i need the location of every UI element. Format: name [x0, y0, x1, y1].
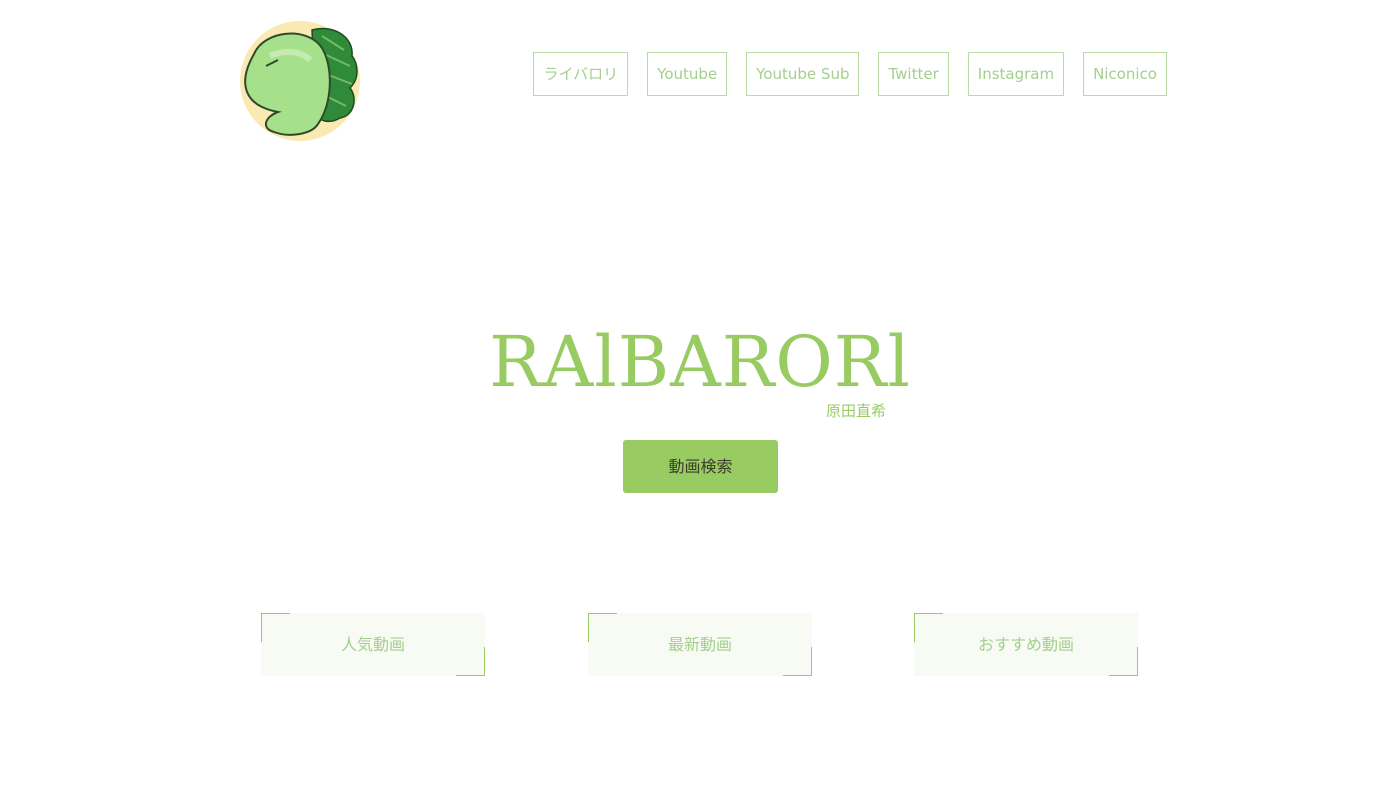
- category-card-recommended[interactable]: おすすめ動画: [914, 613, 1138, 676]
- main-nav: ライバロリ Youtube Youtube Sub Twitter Instag…: [533, 52, 1167, 96]
- page: ライバロリ Youtube Youtube Sub Twitter Instag…: [0, 0, 1400, 805]
- hero-title: RAlBARORl: [489, 321, 911, 403]
- nav-link-raibarori[interactable]: ライバロリ: [533, 52, 629, 96]
- site-logo[interactable]: [240, 20, 362, 142]
- category-card-popular[interactable]: 人気動画: [261, 613, 485, 676]
- category-label-latest: 最新動画: [667, 635, 732, 654]
- video-search-button[interactable]: 動画検索: [623, 440, 778, 493]
- category-card-latest[interactable]: 最新動画: [588, 613, 812, 676]
- hero-subtitle: 原田直希: [826, 402, 887, 420]
- green-dinosaur-mascot-icon: [240, 21, 360, 141]
- nav-link-instagram[interactable]: Instagram: [967, 52, 1065, 96]
- nav-link-youtube-sub[interactable]: Youtube Sub: [746, 52, 860, 96]
- nav-link-youtube[interactable]: Youtube: [647, 52, 728, 96]
- nav-link-twitter[interactable]: Twitter: [878, 52, 949, 96]
- category-label-recommended: おすすめ動画: [977, 635, 1074, 654]
- nav-link-niconico[interactable]: Niconico: [1083, 52, 1167, 96]
- category-label-popular: 人気動画: [340, 635, 405, 654]
